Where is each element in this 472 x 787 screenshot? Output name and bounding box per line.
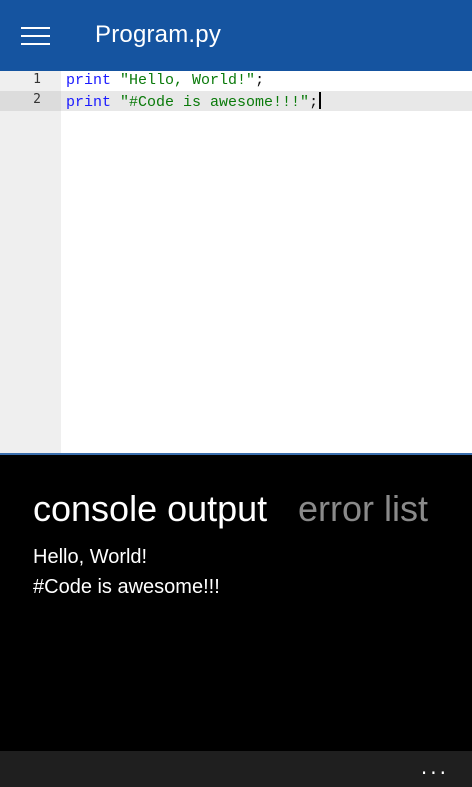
code-string: "#Code is awesome!!!"	[120, 94, 310, 111]
code-text[interactable]: print "Hello, World!";	[66, 72, 264, 90]
title-bar: Program.py	[0, 0, 472, 71]
text-cursor	[319, 92, 322, 109]
code-line-current[interactable]: 2 print "#Code is awesome!!!";	[0, 91, 472, 111]
line-number-gutter	[0, 71, 61, 453]
code-keyword: print	[66, 94, 112, 111]
console-output-line: #Code is awesome!!!	[33, 576, 220, 598]
tab-console-output[interactable]: console output	[33, 487, 267, 531]
console-panel: console output error list Hello, World! …	[0, 455, 472, 751]
ellipsis-icon[interactable]: ...	[421, 755, 449, 779]
tab-error-list[interactable]: error list	[298, 487, 428, 531]
code-string: "Hello, World!"	[120, 72, 256, 89]
code-punctuation: ;	[309, 94, 319, 111]
line-number: 1	[33, 72, 41, 87]
code-text[interactable]: print "#Code is awesome!!!";	[66, 92, 322, 112]
app-bar: ...	[0, 751, 472, 787]
code-editor[interactable]: 1 print "Hello, World!"; 2 print "#Code …	[0, 71, 472, 453]
code-line[interactable]: 1 print "Hello, World!";	[0, 71, 472, 91]
console-output-line: Hello, World!	[33, 546, 148, 568]
code-punctuation: ;	[255, 72, 265, 89]
hamburger-menu-icon[interactable]	[21, 27, 50, 45]
page-title: Program.py	[95, 21, 222, 48]
code-keyword: print	[66, 72, 112, 89]
line-number: 2	[33, 92, 41, 107]
